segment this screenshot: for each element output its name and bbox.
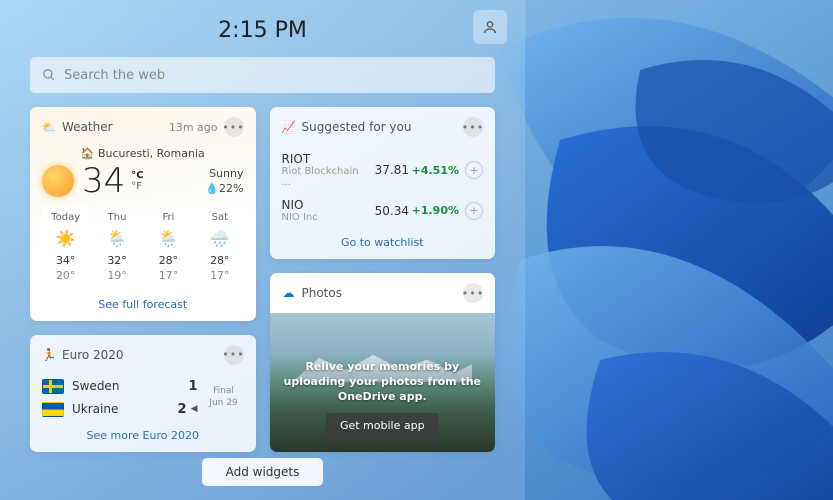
forecast-day[interactable]: Fri🌦️28°17°: [145, 206, 192, 290]
winner-indicator-icon: ◀: [191, 404, 198, 414]
weather-humidity: 💧22%: [205, 181, 243, 196]
sun-icon: [42, 165, 74, 197]
match-row[interactable]: Sweden 1: [42, 375, 198, 398]
flag-ukraine-icon: [42, 402, 64, 417]
weather-location: 🏠 Bucuresti, Romania: [42, 147, 244, 160]
stocks-icon: 📈: [282, 120, 296, 134]
sports-icon: 🏃: [42, 348, 56, 362]
weather-menu-button[interactable]: •••: [224, 117, 244, 137]
forecast-day[interactable]: Sat🌧️28°17°: [196, 206, 243, 290]
photos-message: Relive your memories by uploading your p…: [284, 359, 482, 405]
weather-widget[interactable]: ⛅ Weather 13m ago ••• 🏠 Bucuresti, Romania…: [30, 107, 256, 321]
photos-hero-image: Relive your memories by uploading your p…: [270, 313, 496, 452]
weather-condition: Sunny: [205, 166, 243, 181]
user-account-button[interactable]: [473, 10, 507, 44]
photos-title: Photos: [302, 286, 342, 300]
forecast-day[interactable]: Today☀️34°20°: [42, 206, 89, 290]
more-sports-link[interactable]: See more Euro 2020: [42, 429, 244, 442]
search-placeholder: Search the web: [64, 68, 165, 83]
stock-row[interactable]: NIONIO Inc 50.34 +1.90% +: [282, 193, 484, 228]
stocks-title: Suggested for you: [302, 120, 412, 134]
match-row[interactable]: Ukraine 2◀: [42, 398, 198, 421]
watchlist-link[interactable]: Go to watchlist: [282, 236, 484, 249]
temperature-unit-toggle[interactable]: °C°F: [131, 170, 143, 192]
current-temperature: 34: [82, 164, 125, 198]
forecast-day[interactable]: Thu🌦️32°19°: [93, 206, 140, 290]
widgets-grid: ⛅ Weather 13m ago ••• 🏠 Bucuresti, Romania…: [30, 107, 495, 448]
weather-timestamp: 13m ago: [169, 121, 218, 134]
onedrive-icon: ☁: [282, 286, 296, 300]
stock-row[interactable]: RIOTRiot Blockchain ... 37.81 +4.51% +: [282, 147, 484, 193]
add-stock-button[interactable]: +: [465, 161, 483, 179]
add-stock-button[interactable]: +: [465, 202, 483, 220]
get-mobile-app-button[interactable]: Get mobile app: [326, 413, 439, 438]
clock: 2:15 PM: [218, 18, 307, 43]
photos-widget[interactable]: ☁ Photos ••• Relive your memories by uplo…: [270, 273, 496, 452]
widgets-panel: 2:15 PM Search the web ⛅ Weather 13m ago •…: [0, 0, 525, 500]
match-status: FinalJun 29: [204, 386, 244, 409]
search-icon: [42, 68, 56, 82]
weather-title: Weather: [62, 120, 113, 134]
sports-widget[interactable]: 🏃 Euro 2020 ••• Sweden 1 Ukraine 2◀: [30, 335, 256, 452]
weather-icon: ⛅: [42, 120, 56, 134]
sports-title: Euro 2020: [62, 348, 124, 362]
add-widgets-button[interactable]: Add widgets: [202, 458, 324, 486]
stocks-widget[interactable]: 📈 Suggested for you ••• RIOTRiot Blockcha…: [270, 107, 496, 259]
stocks-menu-button[interactable]: •••: [463, 117, 483, 137]
flag-sweden-icon: [42, 379, 64, 394]
sports-menu-button[interactable]: •••: [224, 345, 244, 365]
user-icon: [482, 19, 498, 35]
photos-menu-button[interactable]: •••: [463, 283, 483, 303]
panel-header: 2:15 PM: [30, 18, 495, 43]
search-input[interactable]: Search the web: [30, 57, 495, 93]
full-forecast-link[interactable]: See full forecast: [42, 298, 244, 311]
